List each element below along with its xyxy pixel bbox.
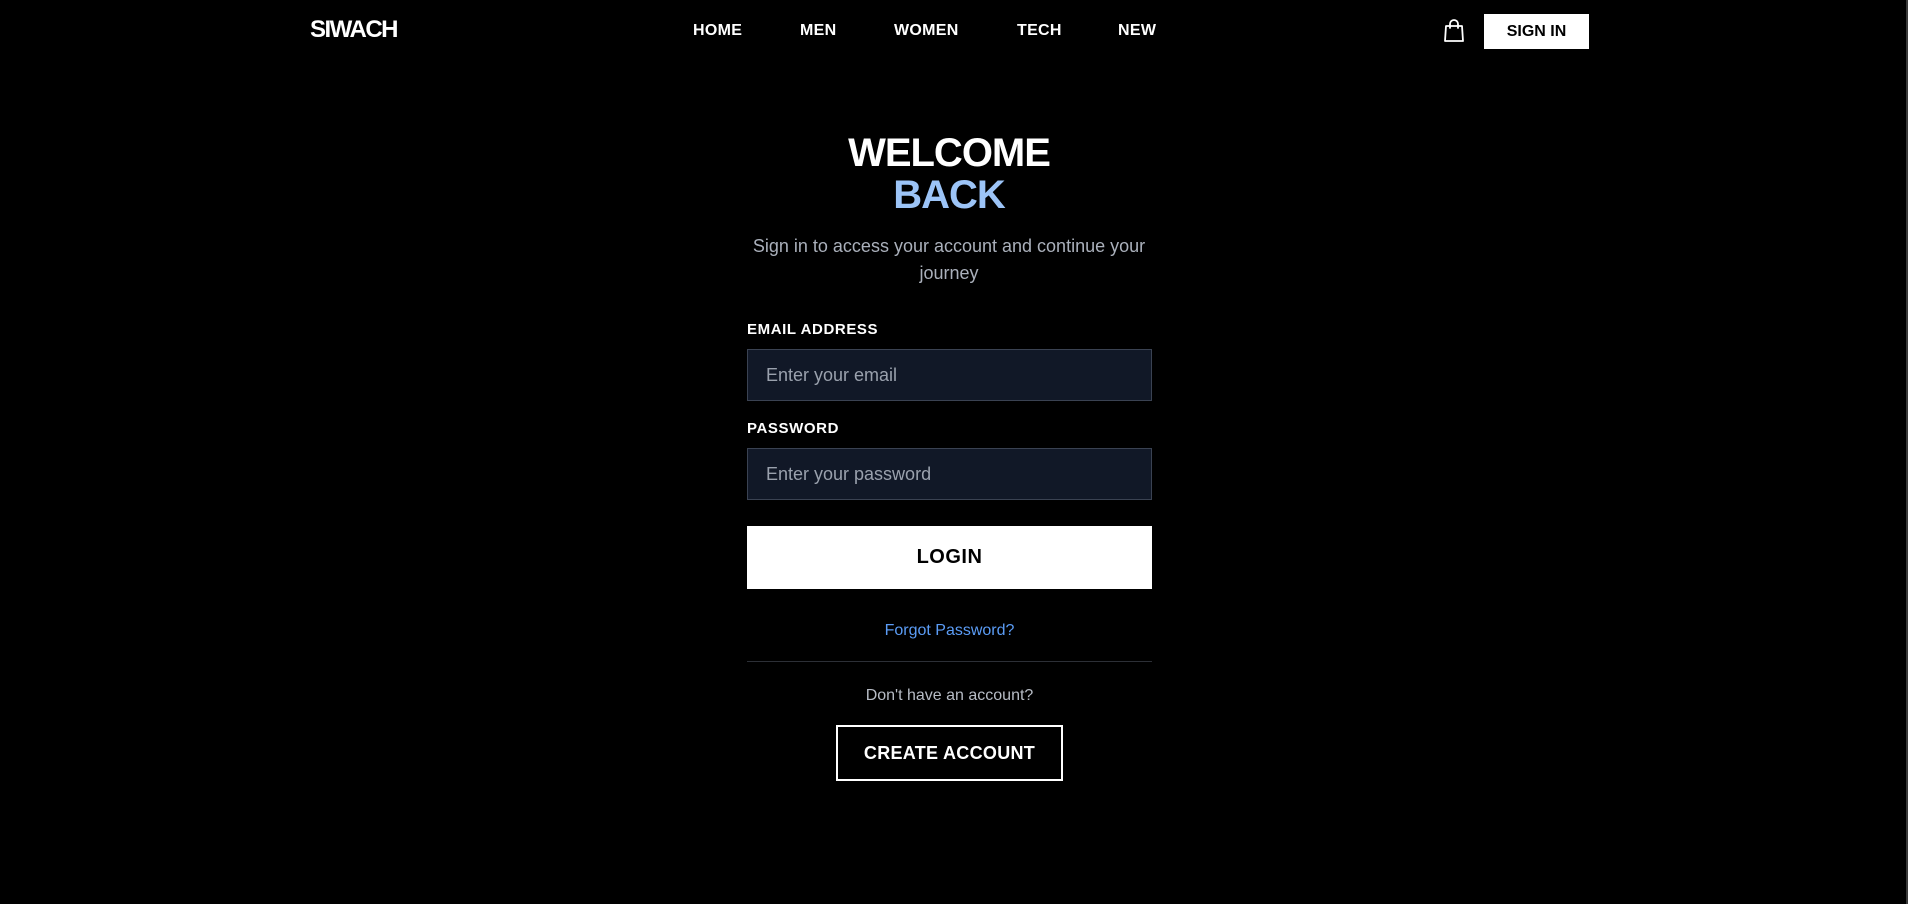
main-nav: HOME MEN WOMEN TECH NEW	[0, 20, 1906, 42]
page-title-line2: BACK	[893, 173, 1006, 217]
nav-item-women[interactable]: WOMEN	[894, 20, 959, 42]
create-account-button[interactable]: CREATE ACCOUNT	[836, 725, 1063, 781]
nav-item-tech[interactable]: TECH	[1017, 20, 1062, 42]
login-button[interactable]: LOGIN	[747, 526, 1152, 589]
password-label: PASSWORD	[747, 420, 840, 437]
email-field[interactable]	[747, 349, 1152, 401]
nav-item-home[interactable]: HOME	[693, 20, 742, 42]
no-account-text: Don't have an account?	[865, 687, 1034, 704]
login-page: SIWACH HOME MEN WOMEN TECH NEW SIGN IN W…	[0, 0, 1908, 904]
sign-in-button[interactable]: SIGN IN	[1484, 14, 1589, 49]
shopping-bag-icon[interactable]	[1443, 19, 1465, 43]
email-label: EMAIL ADDRESS	[747, 321, 879, 338]
page-title-line1: WELCOME	[848, 131, 1051, 175]
site-header: SIWACH HOME MEN WOMEN TECH NEW SIGN IN	[0, 0, 1906, 62]
password-field[interactable]	[747, 448, 1152, 500]
nav-item-men[interactable]: MEN	[800, 20, 836, 42]
divider	[747, 661, 1152, 662]
nav-item-new[interactable]: NEW	[1118, 20, 1156, 42]
forgot-password-link[interactable]: Forgot Password?	[747, 622, 1152, 640]
page-subtitle: Sign in to access your account and conti…	[752, 236, 1146, 283]
